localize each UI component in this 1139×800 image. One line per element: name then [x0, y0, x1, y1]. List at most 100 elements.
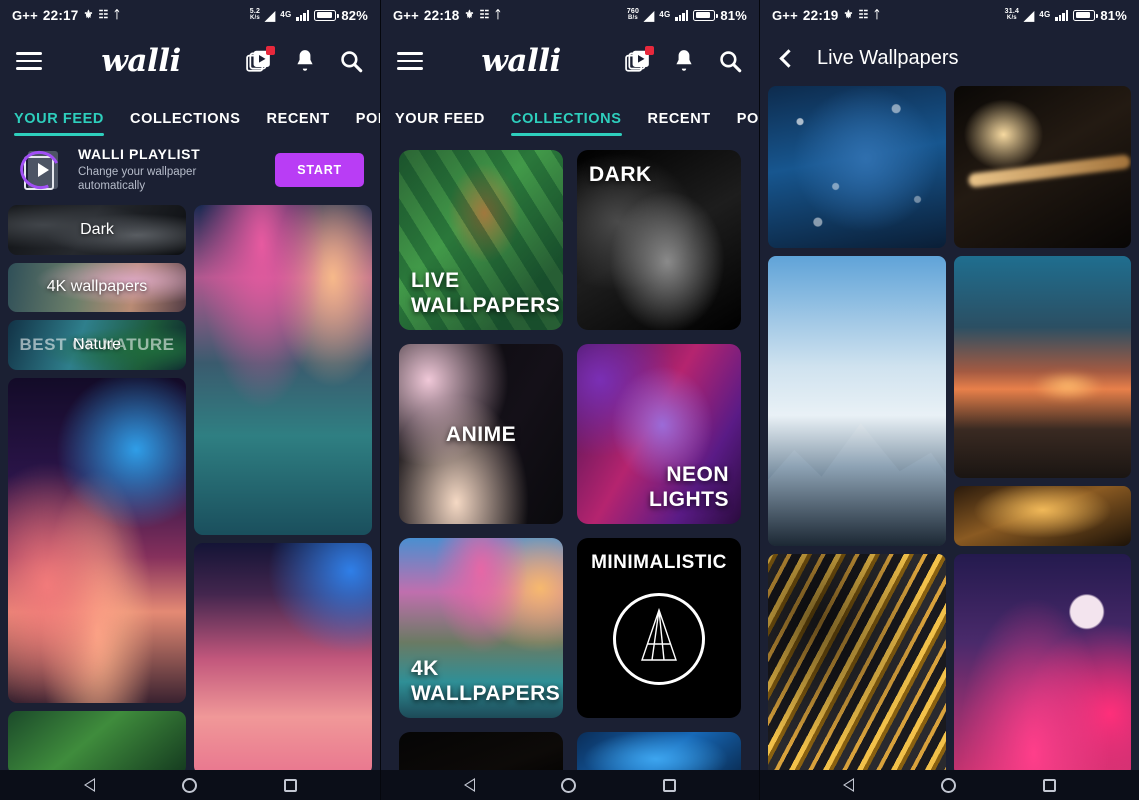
carrier-label: G++	[393, 7, 419, 23]
playlist-text: WALLI PLAYLIST Change your wallpaper aut…	[78, 146, 261, 193]
status-right: 760 B/s ◢ 4G 81%	[627, 8, 747, 23]
nav-home-icon[interactable]	[940, 777, 956, 793]
system-nav-bar	[381, 770, 759, 800]
system-nav-bar	[0, 770, 380, 800]
wifi-icon: ◢	[265, 7, 276, 23]
playlist-subtitle: Change your wallpaper automatically	[78, 166, 197, 192]
wallpaper-tile[interactable]	[953, 86, 1131, 248]
tab-popular[interactable]: POPUL	[356, 111, 380, 136]
tab-recent[interactable]: RECENT	[648, 111, 711, 136]
search-icon[interactable]	[717, 48, 743, 74]
clock: 22:18	[423, 7, 460, 23]
bell-icon[interactable]	[292, 48, 318, 74]
wallpaper-tile[interactable]	[768, 554, 946, 776]
category-chip-4k[interactable]: 4K wallpapers	[8, 262, 186, 312]
status-right: 31.4 K/s ◢ 4G 81%	[1005, 8, 1127, 23]
playlist-title: WALLI PLAYLIST	[78, 146, 201, 162]
collection-card-neon-lights[interactable]: NEON LIGHTS	[577, 344, 741, 524]
status-bar: G++ 22:18 ⚜ ☷ ᛏ 760 B/s ◢ 4G 81%	[381, 0, 759, 30]
walli-playlist-banner[interactable]: WALLI PLAYLIST Change your wallpaper aut…	[0, 136, 380, 205]
collection-label: 4K WALLPAPERS	[411, 657, 561, 705]
hamburger-icon[interactable]	[397, 47, 423, 75]
status-right: 5.2 K/s ◢ 4G 82%	[250, 8, 368, 23]
notification-badge	[266, 46, 275, 55]
wallpaper-tile[interactable]	[768, 256, 946, 546]
network-speed-unit: K/s	[249, 15, 260, 21]
signal-bars-icon	[296, 9, 310, 21]
system-nav-bar	[760, 770, 1139, 800]
bluetooth-icon: ᛏ	[494, 8, 502, 21]
battery-icon	[1073, 9, 1098, 21]
category-chip-nature[interactable]: BEST OF NATURE Nature	[8, 320, 186, 370]
collection-label: LIVE WALLPAPERS	[411, 269, 561, 317]
page-title: Live Wallpapers	[817, 46, 959, 69]
nav-home-icon[interactable]	[181, 777, 197, 793]
wallpaper-tile[interactable]	[8, 710, 186, 776]
detail-app-bar: Live Wallpapers	[760, 30, 1139, 86]
tab-bar: YOUR FEED COLLECTIONS RECENT POPUL	[381, 92, 759, 136]
network-speed-value: 5.2	[249, 8, 261, 15]
wallpaper-tile[interactable]	[953, 554, 1131, 776]
nav-recents-icon[interactable]	[1042, 778, 1056, 792]
tab-collections[interactable]: COLLECTIONS	[511, 111, 622, 136]
feed-grid: Dark 4K wallpapers BEST OF NATURE Nature	[0, 205, 380, 776]
status-bar: G++ 22:19 ⚜ ☷ ᛏ 31.4 K/s ◢ 4G 81%	[760, 0, 1139, 30]
vpn-icon: ⚜	[464, 8, 475, 21]
nav-recents-icon[interactable]	[283, 778, 297, 792]
playlist-start-button[interactable]: START	[275, 152, 364, 187]
bluetooth-icon: ᛏ	[113, 8, 121, 21]
network-speed-indicator: 5.2 K/s	[250, 8, 260, 22]
nfc-icon: ☷	[98, 8, 109, 21]
search-icon[interactable]	[338, 48, 364, 74]
nfc-icon: ☷	[479, 8, 490, 21]
feed-column-left: Dark 4K wallpapers BEST OF NATURE Nature	[8, 205, 186, 776]
wallpaper-tile[interactable]	[194, 543, 372, 775]
app-bar-actions	[625, 46, 743, 74]
category-chip-label: Nature	[72, 335, 122, 353]
phone-screen-feed: G++ 22:17 ⚜ ☷ ᛏ 5.2 K/s ◢ 4G 82% walli Y…	[0, 0, 380, 800]
wallpaper-tile[interactable]	[953, 486, 1131, 546]
collection-card-4k-wallpapers[interactable]: 4K WALLPAPERS	[399, 538, 563, 718]
hamburger-icon[interactable]	[16, 47, 42, 75]
wallpaper-tile[interactable]	[768, 86, 946, 248]
collection-card-anime[interactable]: ANIME	[399, 344, 563, 524]
signal-type-label: 4G	[280, 10, 292, 19]
category-chip-label: 4K wallpapers	[46, 278, 148, 296]
collection-label: DARK	[589, 163, 652, 186]
collection-card-dark[interactable]: DARK	[577, 150, 741, 330]
status-left: G++ 22:17 ⚜ ☷ ᛏ	[12, 8, 120, 23]
wallpaper-column-right	[953, 86, 1131, 776]
network-speed-value: 31.4	[1004, 8, 1020, 15]
wallpaper-tile[interactable]	[194, 205, 372, 535]
nav-home-icon[interactable]	[561, 777, 577, 793]
nav-back-icon[interactable]	[843, 778, 855, 792]
tab-your-feed[interactable]: YOUR FEED	[14, 111, 104, 136]
nav-recents-icon[interactable]	[662, 778, 676, 792]
tab-collections[interactable]: COLLECTIONS	[130, 111, 241, 136]
playlist-icon[interactable]	[246, 46, 275, 74]
category-chip-dark[interactable]: Dark	[8, 205, 186, 255]
app-bar: walli	[0, 30, 380, 92]
playlist-artwork-icon	[14, 144, 66, 195]
nav-back-icon[interactable]	[464, 778, 476, 792]
tab-popular[interactable]: POPUL	[737, 111, 759, 136]
tab-your-feed[interactable]: YOUR FEED	[395, 111, 485, 136]
network-speed-indicator: 31.4 K/s	[1005, 8, 1019, 22]
phone-screen-collections: G++ 22:18 ⚜ ☷ ᛏ 760 B/s ◢ 4G 81% walli Y…	[380, 0, 759, 800]
bluetooth-icon: ᛏ	[873, 8, 881, 21]
wallpaper-tile[interactable]	[953, 256, 1131, 478]
collection-card-minimalistic[interactable]: MINIMALISTIC	[577, 538, 741, 718]
app-bar-actions	[246, 46, 364, 74]
nav-back-icon[interactable]	[83, 778, 95, 792]
vpn-icon: ⚜	[83, 8, 94, 21]
carrier-label: G++	[772, 7, 798, 23]
app-bar: walli	[381, 30, 759, 92]
tab-recent[interactable]: RECENT	[267, 111, 330, 136]
tab-bar: YOUR FEED COLLECTIONS RECENT POPUL	[0, 92, 380, 136]
bell-icon[interactable]	[671, 48, 697, 74]
back-chevron-icon[interactable]	[779, 48, 798, 68]
wallpaper-tile[interactable]	[8, 377, 186, 703]
collection-card-live-wallpapers[interactable]: LIVE WALLPAPERS	[399, 150, 563, 330]
app-logo: walli	[101, 43, 181, 79]
playlist-icon[interactable]	[625, 46, 654, 74]
